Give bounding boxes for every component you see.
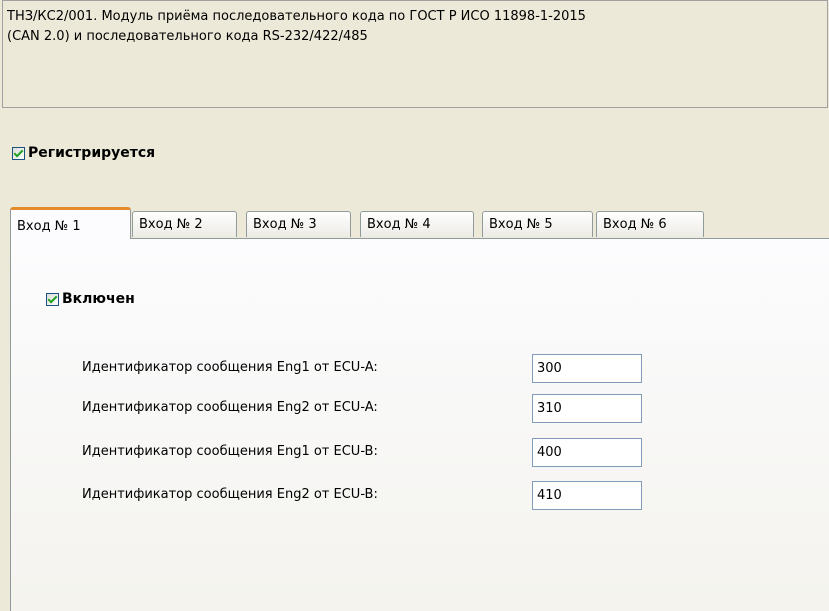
- module-description: ТНЗ/КС2/001. Модуль приёма последователь…: [2, 0, 828, 108]
- tab-input-1[interactable]: Вход № 1: [10, 207, 131, 239]
- registered-checkbox[interactable]: Регистрируется: [12, 145, 155, 161]
- enabled-label: Включен: [62, 291, 135, 307]
- eng1-ecu-b-id-input[interactable]: 400: [532, 438, 642, 467]
- field-label: Идентификатор сообщения Eng2 от ECU-A:: [82, 400, 378, 415]
- registered-label: Регистрируется: [28, 145, 156, 161]
- tab-input-3[interactable]: Вход № 3: [246, 211, 351, 237]
- eng1-ecu-a-id-input[interactable]: 300: [532, 354, 642, 383]
- field-label: Идентификатор сообщения Eng1 от ECU-A:: [82, 360, 378, 375]
- description-line-2: (CAN 2.0) и последовательного кода RS-23…: [7, 29, 368, 44]
- tab-input-6[interactable]: Вход № 6: [596, 211, 704, 237]
- checkbox-checked-icon: [12, 146, 25, 160]
- description-line-1: ТНЗ/КС2/001. Модуль приёма последователь…: [7, 9, 586, 24]
- eng2-ecu-b-id-input[interactable]: 410: [532, 481, 642, 510]
- eng2-ecu-a-id-input[interactable]: 310: [532, 394, 642, 423]
- tab-input-4[interactable]: Вход № 4: [360, 211, 474, 237]
- tab-input-5[interactable]: Вход № 5: [482, 211, 593, 237]
- checkbox-checked-icon: [46, 292, 59, 306]
- enabled-checkbox[interactable]: Включен: [46, 291, 135, 307]
- tab-input-2[interactable]: Вход № 2: [132, 211, 237, 237]
- field-label: Идентификатор сообщения Eng2 от ECU-B:: [82, 487, 378, 502]
- field-label: Идентификатор сообщения Eng1 от ECU-B:: [82, 444, 378, 459]
